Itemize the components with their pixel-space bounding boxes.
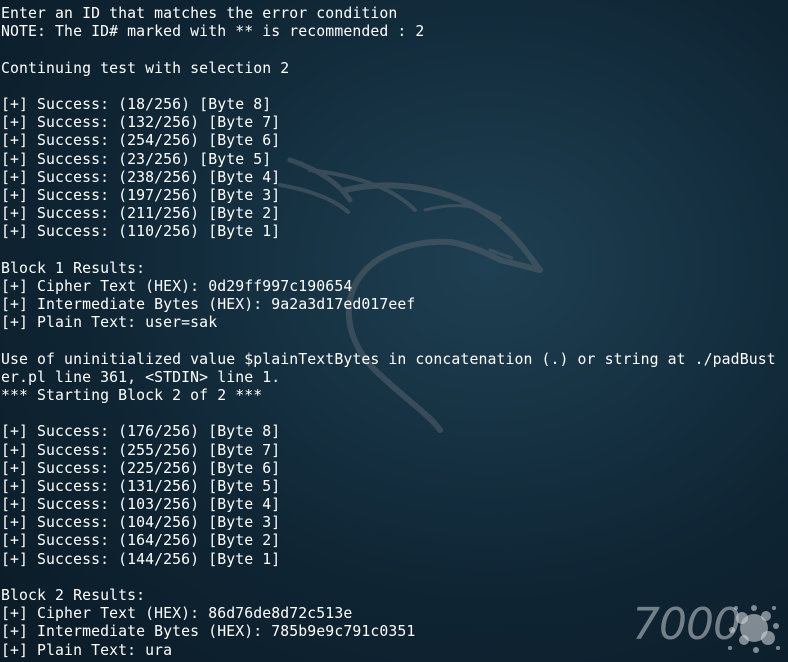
terminal-line: [+] Cipher Text (HEX): 0d29ff997c190654 (1, 277, 353, 295)
terminal-line: NOTE: The ID# marked with ** is recommen… (1, 23, 425, 41)
terminal-line: [+] Success: (104/256) [Byte 3] (1, 514, 281, 532)
terminal-line: [+] Success: (254/256) [Byte 6] (1, 132, 281, 150)
terminal-line: [+] Success: (23/256) [Byte 5] (1, 150, 272, 168)
terminal-line: er.pl line 361, <STDIN> line 1. (1, 368, 281, 386)
terminal-line: [+] Success: (225/256) [Byte 6] (1, 459, 281, 477)
terminal-line: [+] Success: (164/256) [Byte 2] (1, 532, 281, 550)
terminal-line: [+] Success: (103/256) [Byte 4] (1, 496, 281, 514)
terminal-line: *** Starting Block 2 of 2 *** (1, 386, 263, 404)
terminal-line: [+] Success: (18/256) [Byte 8] (1, 95, 272, 113)
terminal-line: Block 1 Results: (1, 259, 146, 277)
terminal-line: [+] Success: (131/256) [Byte 5] (1, 477, 281, 495)
terminal-line: [+] Success: (238/256) [Byte 4] (1, 168, 281, 186)
terminal-line: [+] Success: (211/256) [Byte 2] (1, 205, 281, 223)
ink-splash-icon (728, 605, 780, 653)
terminal-line: [+] Intermediate Bytes (HEX): 9a2a3d17ed… (1, 296, 416, 313)
terminal-line: Continuing test with selection 2 (1, 59, 290, 77)
terminal-line: [+] Success: (144/256) [Byte 1] (1, 550, 281, 568)
terminal-line: [+] Success: (255/256) [Byte 7] (1, 441, 281, 459)
terminal-output: Enter an ID that matches the error condi… (1, 5, 776, 660)
terminal-line: [+] Success: (110/256) [Byte 1] (1, 223, 281, 241)
watermark-logo: 7000 (628, 598, 788, 662)
terminal-line: Enter an ID that matches the error condi… (1, 5, 398, 22)
terminal-line: Use of uninitialized value $plainTextByt… (1, 350, 776, 368)
terminal-line: [+] Success: (197/256) [Byte 3] (1, 186, 281, 204)
terminal-line: [+] Plain Text: user=sak (1, 314, 218, 332)
terminal-line: [+] Success: (176/256) [Byte 8] (1, 423, 281, 441)
terminal-window[interactable]: Enter an ID that matches the error condi… (0, 0, 788, 662)
terminal-line: [+] Success: (132/256) [Byte 7] (1, 114, 281, 132)
